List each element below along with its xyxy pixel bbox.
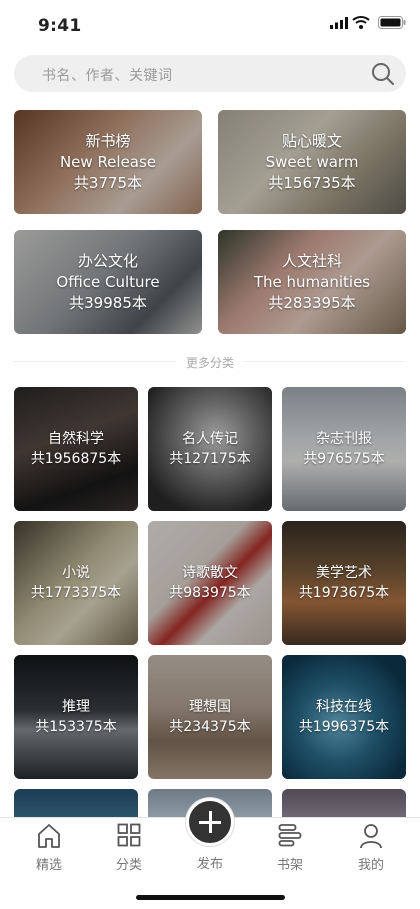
category-name: 推理 [62, 699, 90, 715]
category-name: 名人传记 [182, 431, 238, 447]
home-indicator [136, 895, 285, 900]
tile-count: 共39985本 [69, 293, 147, 312]
publish-button[interactable] [186, 798, 234, 846]
tile-count: 共156735本 [268, 173, 356, 192]
search-placeholder: 书名、作者、关键词 [42, 68, 173, 84]
category-tile[interactable]: 推理 共153375本 [14, 655, 138, 779]
category-name: 理想国 [189, 699, 231, 715]
battery-icon [378, 16, 406, 29]
featured-tile-new-release[interactable]: 新书榜 New Release 共3775本 [14, 110, 202, 214]
category-tile[interactable]: 美学艺术 共1973675本 [282, 521, 406, 645]
tile-title-en: The humanities [253, 272, 371, 291]
signal-icon [330, 17, 348, 29]
category-tile[interactable]: 自然科学 共1956875本 [14, 387, 138, 511]
tab-label: 我的 [357, 858, 384, 873]
category-name: 小说 [62, 565, 90, 581]
bookshelf-icon [278, 824, 302, 847]
app-screen: { "status": {"time": "9:41"}, "search": … [0, 0, 420, 909]
category-name: 自然科学 [48, 431, 104, 447]
featured-tile-sweet-warm[interactable]: 贴心暖文 Sweet warm 共156735本 [218, 110, 406, 214]
status-time: 9:41 [38, 16, 82, 36]
category-name: 美学艺术 [316, 565, 372, 581]
featured-tile-office-culture[interactable]: 办公文化 Office Culture 共39985本 [14, 230, 202, 334]
category-name: 杂志刊报 [316, 431, 372, 447]
tile-title-cn: 新书榜 [85, 131, 131, 150]
category-tile[interactable]: 科技在线 共1996375本 [282, 655, 406, 779]
wifi-icon [352, 16, 370, 29]
category-tile[interactable]: 杂志刊报 共976575本 [282, 387, 406, 511]
category-count: 共976575本 [303, 451, 385, 467]
search-icon[interactable] [370, 61, 396, 87]
category-tile[interactable]: 小说 共1773375本 [14, 521, 138, 645]
publish-label: 发布 [196, 857, 223, 872]
tab-label: 分类 [115, 858, 142, 873]
category-count: 共153375本 [35, 719, 117, 735]
tile-count: 共283395本 [268, 293, 356, 312]
user-icon [360, 824, 382, 849]
tile-title-cn: 贴心暖文 [281, 131, 342, 150]
category-count: 共1773375本 [30, 585, 122, 601]
category-name: 科技在线 [316, 699, 372, 715]
status-bar: 9:41 [0, 0, 420, 50]
category-count: 共1996375本 [298, 719, 390, 735]
tile-title-cn: 办公文化 [77, 251, 138, 270]
category-count: 共983975本 [169, 585, 251, 601]
category-count: 共1956875本 [30, 451, 122, 467]
grid-icon [117, 823, 141, 847]
category-count: 共1973675本 [298, 585, 390, 601]
category-count: 共234375本 [169, 719, 251, 735]
featured-tile-humanities[interactable]: 人文社科 The humanities 共283395本 [218, 230, 406, 334]
more-categories-label: 更多分类 [176, 354, 244, 371]
tile-title-cn: 人文社科 [281, 251, 342, 270]
category-tile[interactable]: 诗歌散文 共983975本 [148, 521, 272, 645]
category-tile[interactable]: 理想国 共234375本 [148, 655, 272, 779]
home-icon [38, 824, 60, 848]
tile-title-en: New Release [59, 152, 157, 171]
category-tile[interactable]: 名人传记 共127175本 [148, 387, 272, 511]
tile-count: 共3775本 [73, 173, 143, 192]
tab-label: 书架 [276, 858, 303, 873]
tab-label: 精选 [35, 858, 62, 873]
category-count: 共127175本 [169, 451, 251, 467]
tile-title-en: Sweet warm [265, 152, 359, 171]
search-bar[interactable]: 书名、作者、关键词 [14, 55, 406, 92]
tile-title-en: Office Culture [56, 272, 160, 291]
category-name: 诗歌散文 [182, 565, 238, 581]
